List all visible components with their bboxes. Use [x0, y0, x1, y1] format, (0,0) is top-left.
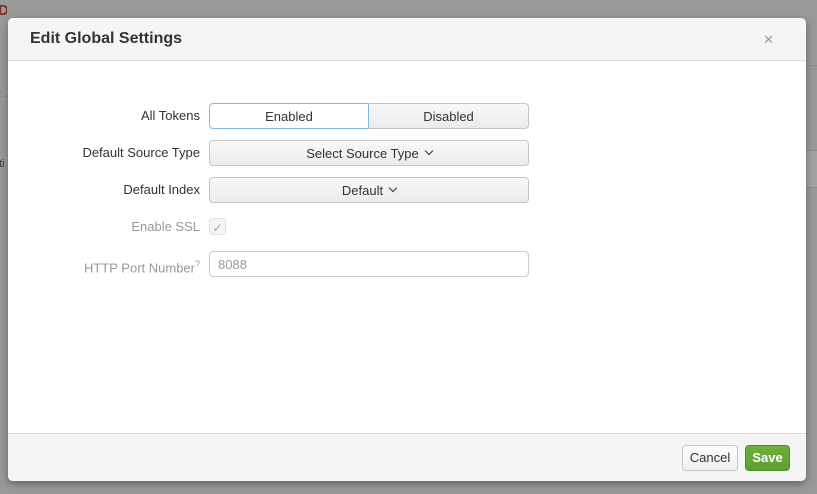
all-tokens-disabled-button[interactable]: Disabled	[369, 103, 529, 129]
cancel-button[interactable]: Cancel	[682, 445, 738, 471]
help-marker: ?	[195, 259, 200, 269]
default-index-row: Default Index Default	[8, 177, 806, 203]
dialog-footer: Cancel Save	[8, 433, 806, 481]
default-source-type-row: Default Source Type Select Source Type	[8, 140, 806, 166]
background-row-band	[806, 150, 817, 188]
enable-ssl-checkbox: ✓	[209, 218, 226, 235]
chevron-down-icon	[425, 147, 433, 155]
dialog-header: Edit Global Settings ✕	[8, 18, 806, 61]
edit-global-settings-dialog: Edit Global Settings ✕ All Tokens Enable…	[8, 18, 806, 481]
all-tokens-row: All Tokens Enabled Disabled	[8, 103, 806, 129]
save-button[interactable]: Save	[745, 445, 790, 471]
background-fragment: D	[0, 2, 7, 20]
background-fragment: ti	[0, 158, 8, 172]
default-index-value: Default	[342, 183, 383, 198]
background-table-edge	[806, 0, 817, 494]
default-source-type-label: Default Source Type	[8, 140, 200, 166]
default-index-dropdown[interactable]: Default	[209, 177, 529, 203]
http-port-row: HTTP Port Number?	[8, 251, 806, 281]
background-row-divider	[806, 65, 817, 66]
http-port-label-text: HTTP Port Number	[84, 260, 195, 275]
close-icon[interactable]: ✕	[761, 31, 776, 48]
all-tokens-label: All Tokens	[8, 103, 200, 129]
all-tokens-toggle: Enabled Disabled	[209, 103, 529, 129]
check-icon: ✓	[212, 221, 222, 235]
default-index-label: Default Index	[8, 177, 200, 203]
http-port-label: HTTP Port Number?	[8, 251, 200, 281]
all-tokens-enabled-button[interactable]: Enabled	[209, 103, 369, 129]
chevron-down-icon	[389, 184, 397, 192]
dialog-body: All Tokens Enabled Disabled Default Sour…	[8, 61, 806, 433]
enable-ssl-row: Enable SSL ✓	[8, 214, 806, 240]
dialog-title: Edit Global Settings	[30, 30, 761, 48]
default-source-type-dropdown[interactable]: Select Source Type	[209, 140, 529, 166]
default-source-type-value: Select Source Type	[306, 146, 419, 161]
http-port-input	[209, 251, 529, 277]
enable-ssl-label: Enable SSL	[8, 214, 200, 240]
